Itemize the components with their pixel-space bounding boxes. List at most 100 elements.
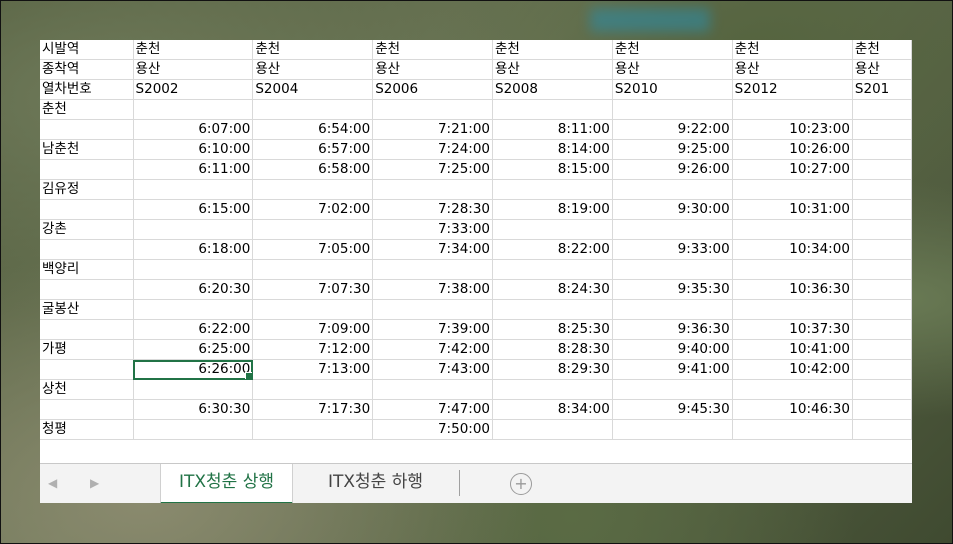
time-cell[interactable] <box>252 259 374 280</box>
time-cell[interactable] <box>372 259 494 280</box>
time-cell[interactable] <box>852 199 912 220</box>
time-cell[interactable]: 7:34:00 <box>372 239 494 260</box>
row-label-cell[interactable] <box>40 359 134 380</box>
time-cell[interactable]: 10:36:30 <box>732 279 853 300</box>
time-cell[interactable] <box>492 259 613 280</box>
time-cell[interactable] <box>492 419 613 440</box>
time-cell[interactable] <box>252 99 374 120</box>
time-cell[interactable] <box>732 219 853 240</box>
time-cell[interactable]: 8:34:00 <box>492 399 613 420</box>
header-cell[interactable]: 용산 <box>133 59 254 80</box>
time-cell[interactable]: 9:41:00 <box>612 359 733 380</box>
time-cell[interactable]: 7:38:00 <box>372 279 494 300</box>
header-cell[interactable]: 용산 <box>252 59 374 80</box>
time-cell[interactable]: 7:09:00 <box>252 319 374 340</box>
time-cell[interactable]: 10:23:00 <box>732 119 853 140</box>
header-cell[interactable]: 용산 <box>492 59 613 80</box>
header-cell[interactable]: S2012 <box>732 79 853 100</box>
time-cell[interactable]: 9:35:30 <box>612 279 733 300</box>
time-cell[interactable] <box>732 99 853 120</box>
time-cell[interactable]: 10:27:00 <box>732 159 853 180</box>
time-cell[interactable] <box>612 299 733 320</box>
time-cell[interactable] <box>612 259 733 280</box>
row-label-cell[interactable] <box>40 159 134 180</box>
time-cell[interactable]: 8:15:00 <box>492 159 613 180</box>
time-cell[interactable]: 6:15:00 <box>133 199 254 220</box>
time-cell[interactable]: 6:22:00 <box>133 319 254 340</box>
time-cell[interactable]: 9:33:00 <box>612 239 733 260</box>
time-cell[interactable]: 8:28:30 <box>492 339 613 360</box>
time-cell[interactable]: 7:12:00 <box>252 339 374 360</box>
tab-scroll-left-icon[interactable]: ◀ <box>48 476 57 490</box>
time-cell[interactable] <box>852 319 912 340</box>
time-cell[interactable] <box>852 259 912 280</box>
header-cell[interactable]: S201 <box>852 79 912 100</box>
time-cell[interactable] <box>612 379 733 400</box>
time-cell[interactable] <box>852 219 912 240</box>
header-cell[interactable]: S2006 <box>372 79 494 100</box>
time-cell[interactable] <box>612 99 733 120</box>
time-cell[interactable] <box>852 379 912 400</box>
header-cell[interactable]: 춘천 <box>612 40 733 60</box>
time-cell[interactable] <box>732 259 853 280</box>
time-cell[interactable]: 10:34:00 <box>732 239 853 260</box>
time-cell[interactable] <box>852 339 912 360</box>
time-cell[interactable]: 6:54:00 <box>252 119 374 140</box>
time-cell[interactable] <box>252 219 374 240</box>
time-cell[interactable] <box>732 419 853 440</box>
time-cell[interactable] <box>492 299 613 320</box>
row-label-cell[interactable]: 굴봉산 <box>40 299 134 320</box>
header-cell[interactable]: 용산 <box>372 59 494 80</box>
time-cell[interactable] <box>852 179 912 200</box>
fill-handle[interactable] <box>245 372 252 379</box>
time-cell[interactable] <box>852 419 912 440</box>
row-label-cell[interactable]: 남춘천 <box>40 139 134 160</box>
time-cell[interactable] <box>133 419 254 440</box>
header-cell[interactable]: 용산 <box>852 59 912 80</box>
time-cell[interactable]: 8:14:00 <box>492 139 613 160</box>
time-cell[interactable] <box>852 399 912 420</box>
header-cell[interactable]: 춘천 <box>372 40 494 60</box>
time-cell[interactable]: 9:36:30 <box>612 319 733 340</box>
time-cell[interactable] <box>852 359 912 380</box>
time-cell[interactable] <box>252 179 374 200</box>
row-label-cell[interactable] <box>40 279 134 300</box>
time-cell[interactable] <box>852 99 912 120</box>
time-cell[interactable] <box>133 299 254 320</box>
time-cell[interactable] <box>492 99 613 120</box>
row-label-cell[interactable]: 시발역 <box>40 40 134 60</box>
row-label-cell[interactable] <box>40 399 134 420</box>
time-cell[interactable]: 6:30:30 <box>133 399 254 420</box>
time-cell[interactable]: 9:30:00 <box>612 199 733 220</box>
time-cell[interactable]: 8:22:00 <box>492 239 613 260</box>
time-cell[interactable]: 6:20:30 <box>133 279 254 300</box>
header-cell[interactable]: 용산 <box>612 59 733 80</box>
time-cell[interactable] <box>852 139 912 160</box>
row-label-cell[interactable] <box>40 199 134 220</box>
time-cell[interactable]: 9:40:00 <box>612 339 733 360</box>
time-cell[interactable] <box>372 99 494 120</box>
time-cell[interactable]: 7:07:30 <box>252 279 374 300</box>
time-cell[interactable]: 6:10:00 <box>133 139 254 160</box>
time-cell[interactable] <box>612 219 733 240</box>
header-cell[interactable]: 춘천 <box>252 40 374 60</box>
time-cell[interactable] <box>852 159 912 180</box>
time-cell[interactable]: 6:25:00 <box>133 339 254 360</box>
time-cell[interactable] <box>852 119 912 140</box>
row-label-cell[interactable] <box>40 239 134 260</box>
time-cell[interactable] <box>372 379 494 400</box>
time-cell[interactable]: 10:26:00 <box>732 139 853 160</box>
time-cell[interactable]: 10:46:30 <box>732 399 853 420</box>
time-cell[interactable]: 7:17:30 <box>252 399 374 420</box>
time-cell[interactable] <box>133 259 254 280</box>
row-label-cell[interactable]: 청평 <box>40 419 134 440</box>
time-cell[interactable] <box>492 219 613 240</box>
row-label-cell[interactable]: 가평 <box>40 339 134 360</box>
tab-itx-up[interactable]: ITX청춘 상행 <box>160 464 294 503</box>
row-label-cell[interactable]: 김유정 <box>40 179 134 200</box>
time-cell[interactable] <box>732 179 853 200</box>
time-cell[interactable] <box>133 99 254 120</box>
row-label-cell[interactable]: 춘천 <box>40 99 134 120</box>
cell-grid[interactable]: 시발역 춘천 춘천 춘천 춘천 춘천 춘천 춘천 종착역 용산 용산 용산 용산 용산 용산 용산 열차번호 S2… <box>40 40 912 463</box>
time-cell[interactable]: 6:18:00 <box>133 239 254 260</box>
